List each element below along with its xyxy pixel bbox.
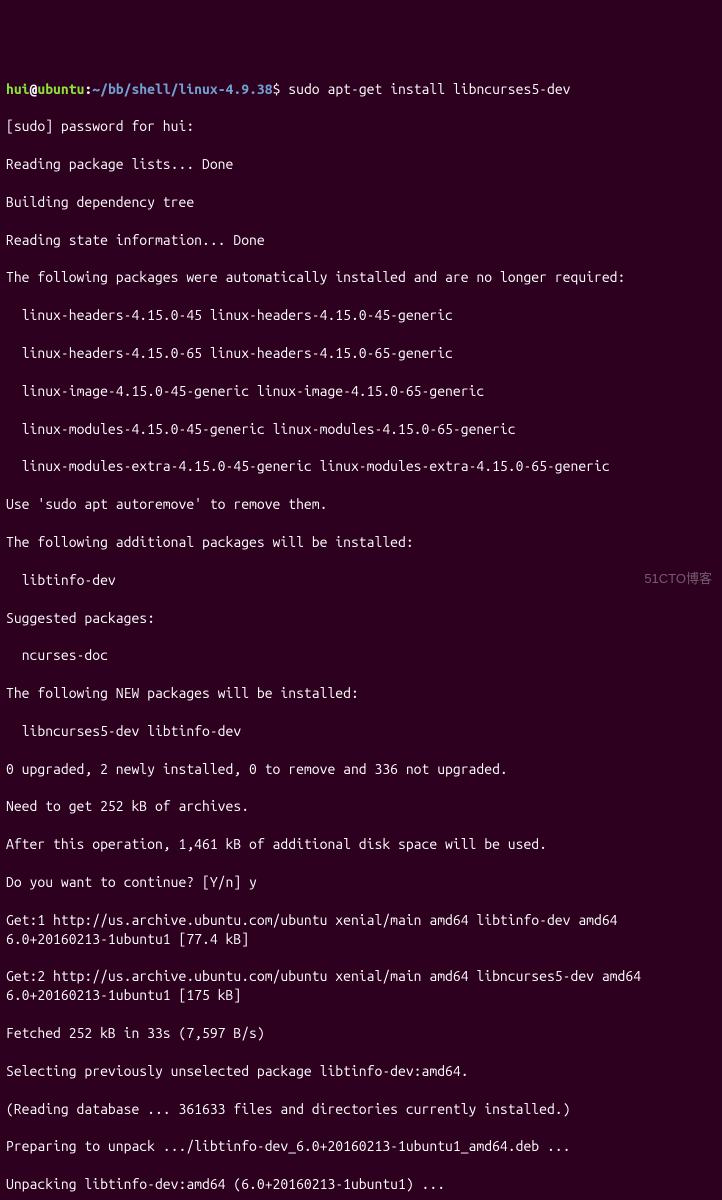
output-line: linux-headers-4.15.0-65 linux-headers-4.…	[6, 344, 716, 363]
output-line: Preparing to unpack .../libtinfo-dev_6.0…	[6, 1137, 716, 1156]
output-line: The following packages were automaticall…	[6, 268, 716, 287]
output-line: Fetched 252 kB in 33s (7,597 B/s)	[6, 1024, 716, 1043]
prompt-line: hui@ubuntu:~/bb/shell/linux-4.9.38$ sudo…	[6, 80, 716, 99]
output-line: Reading state information... Done	[6, 231, 716, 250]
output-line: linux-headers-4.15.0-45 linux-headers-4.…	[6, 306, 716, 325]
output-line: Need to get 252 kB of archives.	[6, 797, 716, 816]
output-line: Get:1 http://us.archive.ubuntu.com/ubunt…	[6, 911, 716, 949]
output-line: linux-image-4.15.0-45-generic linux-imag…	[6, 382, 716, 401]
output-line: Selecting previously unselected package …	[6, 1062, 716, 1081]
output-line: The following NEW packages will be insta…	[6, 684, 716, 703]
output-line: Do you want to continue? [Y/n] y	[6, 873, 716, 892]
output-line: linux-modules-extra-4.15.0-45-generic li…	[6, 457, 716, 476]
prompt-host: ubuntu	[37, 81, 84, 97]
output-line: [sudo] password for hui:	[6, 117, 716, 136]
prompt-user: hui	[6, 81, 30, 97]
prompt-path: ~/bb/shell/linux-4.9.38	[92, 81, 272, 97]
output-line: linux-modules-4.15.0-45-generic linux-mo…	[6, 420, 716, 439]
output-line: Reading package lists... Done	[6, 155, 716, 174]
output-line: libtinfo-dev	[6, 571, 716, 590]
output-line: Suggested packages:	[6, 609, 716, 628]
prompt-dollar: $	[273, 81, 289, 97]
output-line: (Reading database ... 361633 files and d…	[6, 1100, 716, 1119]
terminal-output[interactable]: hui@ubuntu:~/bb/shell/linux-4.9.38$ sudo…	[6, 80, 716, 1200]
output-line: Get:2 http://us.archive.ubuntu.com/ubunt…	[6, 967, 716, 1005]
output-line: Use 'sudo apt autoremove' to remove them…	[6, 495, 716, 514]
output-line: ncurses-doc	[6, 646, 716, 665]
output-line: 0 upgraded, 2 newly installed, 0 to remo…	[6, 760, 716, 779]
output-line: Unpacking libtinfo-dev:amd64 (6.0+201602…	[6, 1175, 716, 1194]
command-text: sudo apt-get install libncurses5-dev	[288, 81, 570, 97]
output-line: libncurses5-dev libtinfo-dev	[6, 722, 716, 741]
output-line: The following additional packages will b…	[6, 533, 716, 552]
output-line: Building dependency tree	[6, 193, 716, 212]
output-line: After this operation, 1,461 kB of additi…	[6, 835, 716, 854]
